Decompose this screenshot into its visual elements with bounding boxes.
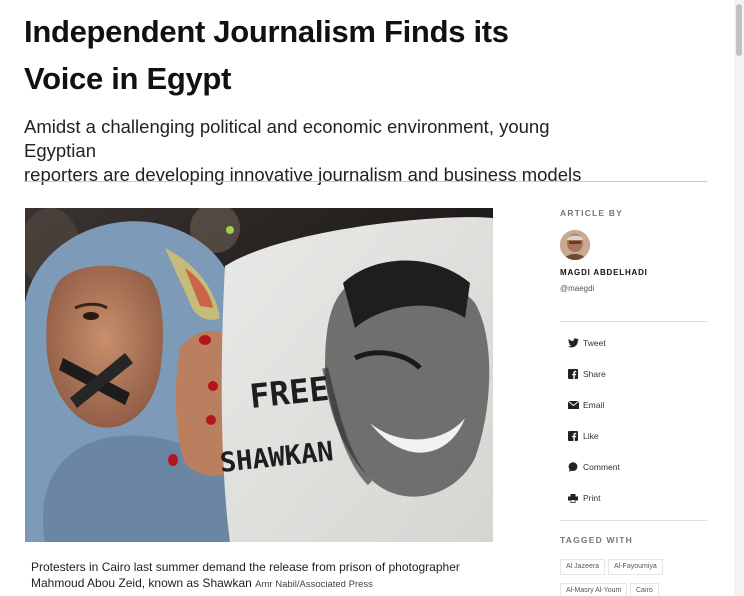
print-icon (567, 492, 579, 504)
tag-item[interactable]: Cairo (630, 583, 659, 596)
caption-line-2: Mahmoud Abou Zeid, known as Shawkan (31, 576, 252, 590)
sign-text-free: FREE (248, 369, 331, 416)
caption-line-1: Protesters in Cairo last summer demand t… (31, 560, 460, 574)
article-title-line-2: Voice in Egypt (24, 61, 232, 96)
tag-item[interactable]: Al-Fayoumiya (608, 559, 663, 575)
share-facebook-label: Share (583, 369, 606, 379)
share-print-button[interactable]: Print (567, 491, 600, 505)
article-photo: FREE SHAWKAN (25, 208, 493, 542)
sidebar-divider-top (560, 321, 707, 322)
tagged-with-label: TAGGED WITH (560, 535, 634, 545)
share-facebook-button[interactable]: Share (567, 367, 606, 381)
share-tweet-label: Tweet (583, 338, 606, 348)
share-tweet-button[interactable]: Tweet (567, 336, 606, 350)
author-handle[interactable]: @maegdi (560, 284, 594, 293)
article-subtitle-line-1: Amidst a challenging political and econo… (24, 116, 550, 161)
author-name[interactable]: MAGDI ABDELHADI (560, 268, 648, 277)
facebook-like-icon (567, 430, 579, 442)
share-print-label: Print (583, 493, 601, 503)
article-by-label: ARTICLE BY (560, 208, 623, 218)
article-title: Independent Journalism Finds its Voice i… (24, 8, 584, 102)
tag-item[interactable]: Al Jazeera (560, 559, 606, 575)
article-subtitle: Amidst a challenging political and econo… (24, 115, 624, 187)
share-comment-label: Comment (583, 462, 620, 472)
author-avatar[interactable] (560, 230, 590, 260)
scrollbar-thumb[interactable] (736, 4, 742, 56)
photo-caption: Protesters in Cairo last summer demand t… (31, 559, 501, 593)
sidebar-divider-bottom (560, 520, 707, 521)
email-icon (567, 399, 579, 411)
share-like-label: Like (583, 431, 599, 441)
article-title-line-1: Independent Journalism Finds its (24, 14, 509, 49)
share-comment-button[interactable]: Comment (567, 460, 620, 474)
header-divider (24, 181, 707, 182)
share-like-button[interactable]: Like (567, 429, 599, 443)
facebook-icon (567, 368, 579, 380)
page-scrollbar[interactable] (734, 0, 744, 596)
share-email-button[interactable]: Email (567, 398, 604, 412)
twitter-icon (567, 337, 579, 349)
photo-credit: Amr Nabil/Associated Press (255, 579, 373, 590)
article-sidebar: ARTICLE BY MAGDI ABDELHADI @maegdi Tweet… (560, 208, 710, 596)
tag-item[interactable]: Al-Masry Al-Youm (560, 583, 628, 596)
comment-icon (567, 461, 579, 473)
share-email-label: Email (583, 400, 605, 410)
